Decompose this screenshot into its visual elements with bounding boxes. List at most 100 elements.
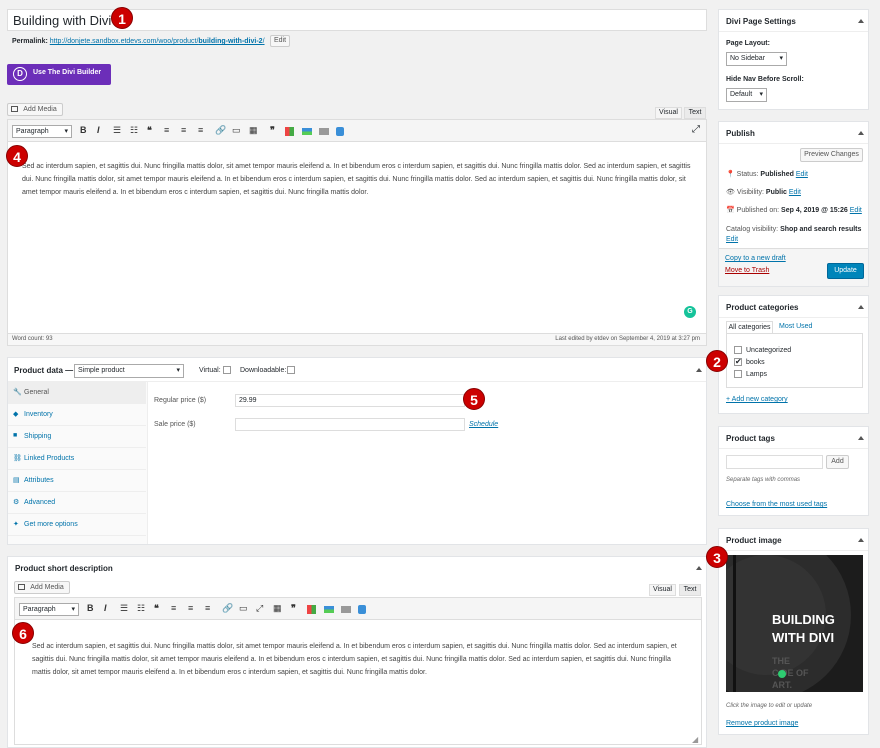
lock-icon[interactable] <box>336 127 344 136</box>
collapse-icon[interactable] <box>696 368 702 372</box>
short-add-media-button[interactable]: Add Media <box>14 581 70 594</box>
move-to-trash-link[interactable]: Move to Trash <box>725 267 769 274</box>
editor-content[interactable]: Sed ac interdum sapien, et sagittis dui.… <box>22 160 692 199</box>
product-type-select[interactable]: Simple product <box>74 364 184 378</box>
tab-most-used[interactable]: Most Used <box>779 323 812 330</box>
bullet-list-icon[interactable]: ☰ <box>120 603 128 614</box>
numbered-list-icon[interactable]: ☷ <box>130 125 138 136</box>
short-format-select[interactable]: Paragraph <box>19 603 79 616</box>
tag-input[interactable] <box>726 455 823 469</box>
box-icon[interactable] <box>319 128 329 135</box>
page-layout-label: Page Layout: <box>726 40 770 47</box>
quote-icon[interactable]: ❝ <box>154 603 159 614</box>
short-editor-content[interactable]: Sed ac interdum sapien, et sagittis dui.… <box>32 640 687 679</box>
align-left-icon[interactable]: ≡ <box>164 125 169 135</box>
tab-advanced[interactable]: ⚙ Advanced <box>8 492 146 514</box>
add-tag-button[interactable]: Add <box>826 455 849 469</box>
collapse-icon[interactable] <box>858 538 864 542</box>
italic-icon[interactable]: I <box>97 125 100 135</box>
collapse-icon[interactable] <box>858 305 864 309</box>
lock-icon[interactable] <box>358 605 366 614</box>
numbered-list-icon[interactable]: ☷ <box>137 603 145 614</box>
update-button[interactable]: Update <box>827 263 864 279</box>
link-icon[interactable]: 🔗 <box>215 125 226 136</box>
tab-general[interactable]: 🔧 General <box>8 382 146 404</box>
categories-panel: Product categories All categories Most U… <box>718 295 869 414</box>
tab-shipping[interactable]: ■ Shipping <box>8 426 146 448</box>
tab-get-more-options[interactable]: ✦ Get more options <box>8 514 146 536</box>
read-more-icon[interactable]: ▭ <box>239 603 248 614</box>
tab-inventory[interactable]: ◆ Inventory <box>8 404 146 426</box>
toolbar-toggle-icon[interactable]: ▦ <box>273 603 282 614</box>
sale-price-label: Sale price ($) <box>154 421 196 428</box>
page-layout-select[interactable]: No Sidebar <box>726 52 787 66</box>
fullscreen-icon[interactable]: ⤢ <box>692 124 700 135</box>
bold-icon[interactable]: B <box>80 125 87 135</box>
align-right-icon[interactable]: ≡ <box>198 125 203 135</box>
product-image-thumbnail[interactable]: BUILDING WITH DIVI THE C DE OF ART. <box>726 555 863 692</box>
preview-changes-button[interactable]: Preview Changes <box>800 148 863 162</box>
color-grid-icon[interactable] <box>285 127 294 136</box>
sale-price-input[interactable] <box>235 418 465 431</box>
collapse-icon[interactable] <box>858 131 864 135</box>
resize-handle-icon[interactable]: ◢ <box>692 735 698 744</box>
align-left-icon[interactable]: ≡ <box>171 603 176 613</box>
remove-image-link[interactable]: Remove product image <box>726 720 798 727</box>
collapse-icon[interactable] <box>858 19 864 23</box>
bold-icon[interactable]: B <box>87 603 94 613</box>
tab-attributes[interactable]: ▤ Attributes <box>8 470 146 492</box>
regular-price-label: Regular price ($) <box>154 397 207 404</box>
link-icon[interactable]: 🔗 <box>222 603 233 614</box>
inventory-icon: ◆ <box>13 411 19 418</box>
short-tab-text[interactable]: Text <box>679 584 701 596</box>
format-select[interactable]: Paragraph <box>12 125 72 138</box>
grammarly-icon[interactable]: G <box>684 306 696 318</box>
color-grid-icon[interactable] <box>307 605 316 614</box>
italic-icon[interactable]: I <box>104 603 107 613</box>
align-center-icon[interactable]: ≡ <box>181 125 186 135</box>
category-checkbox-uncategorized[interactable] <box>734 346 742 354</box>
category-checkbox-lamps[interactable] <box>734 370 742 378</box>
catalog-edit-link[interactable]: Edit <box>726 236 738 243</box>
shortcode-icon[interactable]: ❞ <box>270 125 275 136</box>
align-center-icon[interactable]: ≡ <box>188 603 193 613</box>
read-more-icon[interactable]: ▭ <box>232 125 241 136</box>
fullscreen-icon[interactable]: ⤢ <box>256 603 263 614</box>
copy-draft-link[interactable]: Copy to a new draft <box>725 255 786 262</box>
divider-icon[interactable] <box>324 606 334 613</box>
short-tab-visual[interactable]: Visual <box>649 584 676 596</box>
product-image-title: Product image <box>726 536 782 545</box>
permalink-edit-button[interactable]: Edit <box>270 35 290 47</box>
schedule-link[interactable]: Schedule <box>469 421 498 428</box>
status-edit-link[interactable]: Edit <box>796 171 808 178</box>
annotation-badge-3: 3 <box>706 546 728 568</box>
quote-icon[interactable]: ❝ <box>147 125 152 136</box>
published-edit-link[interactable]: Edit <box>850 207 862 214</box>
choose-tags-link[interactable]: Choose from the most used tags <box>726 501 827 508</box>
collapse-icon[interactable] <box>696 566 702 570</box>
visibility-edit-link[interactable]: Edit <box>789 189 801 196</box>
box-icon[interactable] <box>341 606 351 613</box>
add-media-button[interactable]: Add Media <box>7 103 63 116</box>
permalink-url[interactable]: http://donjete.sandbox.etdevs.com/woo/pr… <box>50 38 265 45</box>
divi-builder-button[interactable]: D Use The Divi Builder <box>7 64 111 85</box>
shortcode-icon[interactable]: ❞ <box>291 603 296 614</box>
hide-nav-select[interactable]: Default <box>726 88 767 102</box>
divider-icon[interactable] <box>302 128 312 135</box>
toolbar-toggle-icon[interactable]: ▦ <box>249 125 258 136</box>
tab-text[interactable]: Text <box>684 107 706 119</box>
divider <box>719 31 868 32</box>
bullet-list-icon[interactable]: ☰ <box>113 125 121 136</box>
divider <box>719 143 868 144</box>
virtual-checkbox[interactable] <box>223 366 231 374</box>
tab-linked-products[interactable]: ⛓ Linked Products <box>8 448 146 470</box>
align-right-icon[interactable]: ≡ <box>205 603 210 613</box>
regular-price-input[interactable]: 29.99 <box>235 394 465 407</box>
category-checkbox-books[interactable]: ✔ <box>734 358 742 366</box>
visibility-row: 👁 Visibility: Public Edit <box>726 189 801 196</box>
tab-visual[interactable]: Visual <box>655 107 682 119</box>
short-editor: Paragraph B I ☰ ☷ ❝ ≡ ≡ ≡ 🔗 ▭ ⤢ ▦ ❞ Sed … <box>14 597 702 745</box>
collapse-icon[interactable] <box>858 436 864 440</box>
downloadable-checkbox[interactable] <box>287 366 295 374</box>
add-category-link[interactable]: + Add new category <box>726 396 788 403</box>
